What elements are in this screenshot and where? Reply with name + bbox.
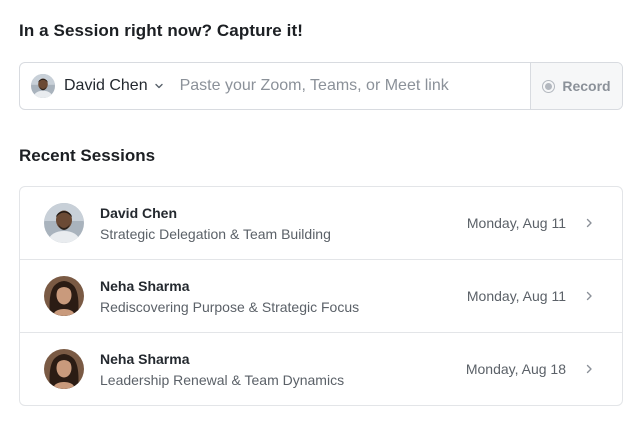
page: In a Session right now? Capture it! Davi… — [0, 0, 638, 422]
chevron-right-icon — [584, 363, 594, 375]
session-date: Monday, Aug 11 — [466, 215, 566, 231]
chevron-right-icon — [584, 217, 594, 229]
session-participant: Neha Sharma — [100, 350, 190, 367]
session-list: David Chen Strategic Delegation & Team B… — [19, 186, 623, 406]
record-label: Record — [562, 78, 611, 94]
record-button[interactable]: Record — [530, 63, 622, 109]
session-topic: Leadership Renewal & Team Dynamics — [100, 371, 345, 388]
chevron-down-icon — [154, 81, 164, 91]
session-date: Monday, Aug 18 — [465, 361, 566, 377]
session-participant: David Chen — [100, 204, 178, 221]
user-selector[interactable]: David Chen — [20, 63, 176, 109]
session-row[interactable]: David Chen Strategic Delegation & Team B… — [20, 187, 622, 260]
session-topic: Strategic Delegation & Team Building — [100, 225, 331, 242]
session-row[interactable]: Neha Sharma Leadership Renewal & Team Dy… — [20, 333, 622, 405]
record-icon — [542, 79, 556, 93]
session-participant: Neha Sharma — [100, 277, 190, 294]
avatar — [44, 349, 84, 389]
recent-sessions-title: Recent Sessions — [19, 146, 156, 165]
session-text: Neha Sharma Leadership Renewal & Team Dy… — [100, 350, 466, 389]
capture-bar: David Chen Record — [19, 62, 623, 110]
avatar — [44, 276, 84, 316]
session-date: Monday, Aug 11 — [466, 288, 566, 304]
capture-title: In a Session right now? Capture it! — [19, 21, 304, 40]
session-text: Neha Sharma Rediscovering Purpose & Stra… — [100, 277, 467, 316]
chevron-right-icon — [584, 290, 594, 302]
session-row[interactable]: Neha Sharma Rediscovering Purpose & Stra… — [20, 260, 622, 333]
meeting-link-input[interactable] — [175, 63, 530, 109]
avatar — [44, 203, 84, 243]
avatar — [31, 74, 55, 98]
session-topic: Rediscovering Purpose & Strategic Focus — [100, 298, 360, 315]
selected-user-name: David Chen — [64, 77, 148, 94]
session-text: David Chen Strategic Delegation & Team B… — [100, 204, 467, 243]
